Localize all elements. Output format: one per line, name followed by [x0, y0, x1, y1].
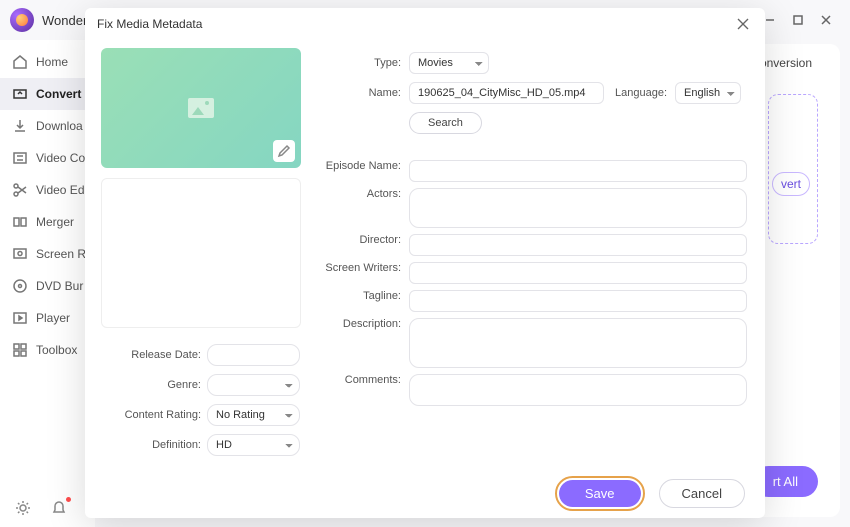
sidebar-item-label: Convert [36, 87, 81, 101]
download-icon [12, 118, 28, 134]
sidebar-item-label: Downloa [36, 119, 83, 133]
sidebar-item-label: Player [36, 311, 70, 325]
actors-label: Actors: [316, 188, 401, 200]
language-label: Language: [612, 87, 667, 99]
toolbox-icon [12, 342, 28, 358]
sidebar-item-player[interactable]: Player [0, 302, 95, 334]
sidebar-item-label: DVD Bur [36, 279, 83, 293]
type-label: Type: [316, 57, 401, 69]
app-title: Wonder [42, 13, 87, 28]
screen-writers-label: Screen Writers: [316, 262, 401, 274]
tagline-label: Tagline: [316, 290, 401, 302]
director-label: Director: [316, 234, 401, 246]
settings-icon[interactable] [14, 499, 32, 517]
description-input[interactable] [409, 318, 747, 368]
drop-zone[interactable] [768, 94, 818, 244]
name-label: Name: [316, 87, 401, 99]
save-button-highlight: Save [555, 476, 645, 511]
genre-select[interactable] [207, 374, 300, 396]
sidebar-item-video-editor[interactable]: Video Ed [0, 174, 95, 206]
content-rating-label: Content Rating: [101, 409, 201, 421]
sidebar-item-label: Screen R [36, 247, 86, 261]
definition-label: Definition: [101, 439, 201, 451]
info-panel [101, 178, 301, 328]
modal-left-column: Release Date: Genre: Content Rating: No … [85, 40, 310, 468]
modal-footer: Save Cancel [85, 468, 765, 518]
sidebar-item-label: Video Ed [36, 183, 85, 197]
scissors-icon [12, 182, 28, 198]
type-select[interactable]: Movies [409, 52, 489, 74]
converter-icon [12, 86, 28, 102]
episode-name-input[interactable] [409, 160, 747, 182]
sidebar-item-downloader[interactable]: Downloa [0, 110, 95, 142]
actors-input[interactable] [409, 188, 747, 228]
content-rating-select[interactable]: No Rating [207, 404, 300, 426]
image-placeholder-icon [188, 98, 214, 118]
sidebar-item-converter[interactable]: Convert [0, 78, 95, 110]
sidebar-item-label: Home [36, 55, 68, 69]
comments-input[interactable] [409, 374, 747, 406]
cover-art-thumbnail[interactable] [101, 48, 301, 168]
language-select[interactable]: English [675, 82, 741, 104]
sidebar-item-video-compressor[interactable]: Video Co [0, 142, 95, 174]
release-date-input[interactable] [207, 344, 300, 366]
close-icon [737, 18, 749, 30]
name-input[interactable] [409, 82, 604, 104]
sidebar-item-label: Toolbox [36, 343, 77, 357]
disc-icon [12, 278, 28, 294]
cancel-button[interactable]: Cancel [659, 479, 745, 508]
home-icon [12, 54, 28, 70]
comments-label: Comments: [316, 374, 401, 386]
modal-title: Fix Media Metadata [97, 17, 202, 31]
sidebar-item-screen-recorder[interactable]: Screen R [0, 238, 95, 270]
modal-right-column: Type: Movies Name: Language: English Sea… [310, 40, 765, 468]
tagline-input[interactable] [409, 290, 747, 312]
sidebar-item-merger[interactable]: Merger [0, 206, 95, 238]
save-button[interactable]: Save [559, 480, 641, 507]
modal-close-button[interactable] [733, 14, 753, 34]
episode-name-label: Episode Name: [316, 160, 401, 172]
sidebar-item-label: Video Co [36, 151, 85, 165]
sidebar-item-toolbox[interactable]: Toolbox [0, 334, 95, 366]
sidebar: Home Convert Downloa Video Co Video Ed M… [0, 40, 95, 527]
director-input[interactable] [409, 234, 747, 256]
play-icon [12, 310, 28, 326]
edit-cover-button[interactable] [273, 140, 295, 162]
description-label: Description: [316, 318, 401, 330]
release-date-label: Release Date: [101, 349, 201, 361]
notifications-icon[interactable] [50, 499, 68, 517]
screen-recorder-icon [12, 246, 28, 262]
modal-header: Fix Media Metadata [85, 8, 765, 40]
genre-label: Genre: [101, 379, 201, 391]
compress-icon [12, 150, 28, 166]
screen-writers-input[interactable] [409, 262, 747, 284]
sidebar-item-label: Merger [36, 215, 74, 229]
app-logo-icon [10, 8, 34, 32]
window-maximize-button[interactable] [784, 6, 812, 34]
window-close-button[interactable] [812, 6, 840, 34]
definition-select[interactable]: HD [207, 434, 300, 456]
pencil-icon [277, 144, 291, 158]
sidebar-item-dvd-burner[interactable]: DVD Bur [0, 270, 95, 302]
sidebar-item-home[interactable]: Home [0, 46, 95, 78]
convert-button-partial[interactable]: vert [772, 172, 810, 196]
fix-metadata-modal: Fix Media Metadata Release Date: Genre: [85, 8, 765, 518]
merger-icon [12, 214, 28, 230]
search-button[interactable]: Search [409, 112, 482, 134]
